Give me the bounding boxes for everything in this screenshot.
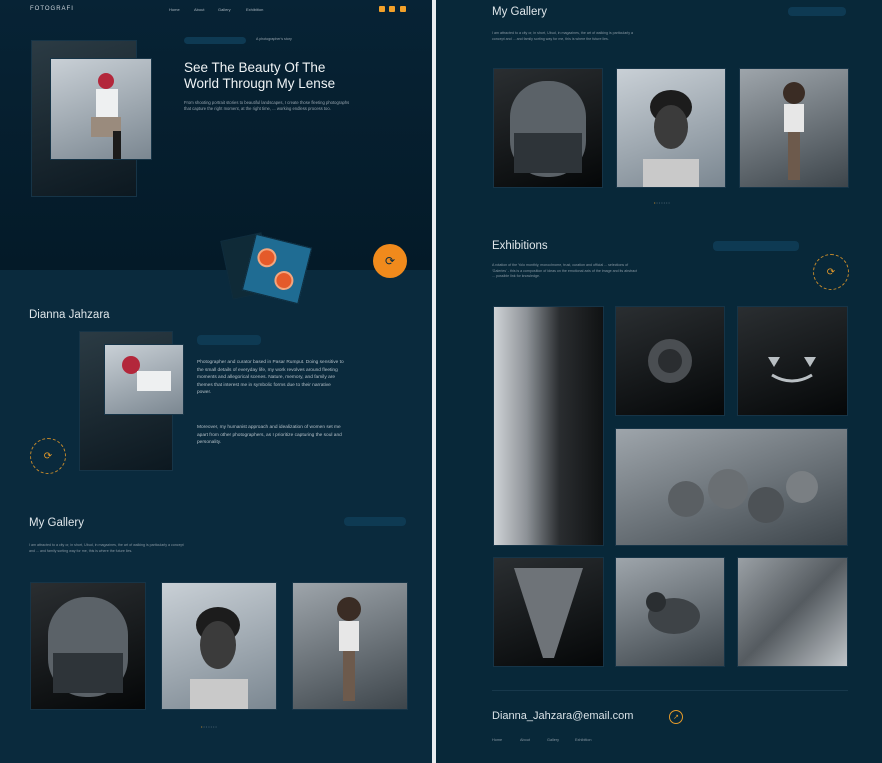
hero-tag: A photographer's story <box>256 37 292 41</box>
right-page-panel: My Gallery I am attracted to a city or, … <box>436 0 882 763</box>
contact-me-badge[interactable]: ⟳ <box>373 244 407 278</box>
gallery-pill <box>788 7 846 16</box>
about-paragraph-2: Moreover, my humanist approach and ideal… <box>197 425 342 445</box>
refresh-icon: ⟳ <box>43 450 53 462</box>
woman-lying-icon <box>122 356 171 391</box>
about-name: Dianna Jahzara <box>29 309 110 321</box>
top-navigation: FOTOGRAFI Home About Gallery Exhibition <box>0 0 432 20</box>
woman-figure-icon <box>91 73 121 159</box>
rose-shape-icon <box>648 339 692 383</box>
external-link-icon[interactable]: ↗ <box>669 710 683 724</box>
gallery-title: My Gallery <box>29 517 84 529</box>
gallery-pagination-dots[interactable]: ••••••• <box>654 200 671 205</box>
pumpkin-face-icon <box>768 357 816 383</box>
gallery-pill <box>344 517 406 526</box>
refresh-icon: ⟳ <box>384 254 396 268</box>
hero-portrait-photo <box>50 58 152 160</box>
footer-divider <box>492 690 848 691</box>
refresh-icon: ⟳ <box>826 266 836 278</box>
exhibition-photo-woman-curtain[interactable] <box>493 306 604 546</box>
exhibition-photo-rose[interactable] <box>615 306 725 416</box>
gallery-photo-dancer[interactable] <box>739 68 849 188</box>
hero-subtitle: From shooting portrait stories to beauti… <box>184 100 350 111</box>
social-icon[interactable] <box>400 6 406 12</box>
footer-link-exhibition[interactable]: Exhibition <box>575 738 591 742</box>
nav-gallery[interactable]: Gallery <box>218 7 231 12</box>
man-silhouette-icon <box>643 90 699 187</box>
gallery-photo-dancer[interactable] <box>292 582 408 710</box>
contact-me-ring[interactable]: ⟳ <box>813 254 849 290</box>
hero-title: See The Beauty Of The World Througn My L… <box>184 60 336 91</box>
footer-link-gallery[interactable]: Gallery <box>547 738 559 742</box>
footer-link-home[interactable]: Home <box>492 738 502 742</box>
gallery-text: I am attracted to a city or, in short, U… <box>492 31 634 41</box>
man-silhouette-icon <box>190 607 248 709</box>
gallery-photo-man-portrait[interactable] <box>616 68 726 188</box>
exhibition-photo-corridor[interactable] <box>493 557 604 667</box>
nav-about[interactable]: About <box>194 7 204 12</box>
corridor-shape-icon <box>514 568 583 658</box>
social-icon[interactable] <box>379 6 385 12</box>
exhibitions-title: Exhibitions <box>492 240 548 252</box>
gallery-photo-man-portrait[interactable] <box>161 582 277 710</box>
gallery-pagination-dots[interactable]: ••••••• <box>201 724 218 729</box>
exhibition-photo-wasp[interactable] <box>615 557 725 667</box>
exhibition-photo-graffiti[interactable] <box>737 557 848 667</box>
footer-link-about[interactable]: About <box>520 738 530 742</box>
about-portrait-photo <box>104 344 184 415</box>
gallery-photo-airplane-window[interactable] <box>30 582 146 710</box>
nav-exhibition[interactable]: Exhibition <box>246 7 263 12</box>
nav-home[interactable]: Home <box>169 7 180 12</box>
exhibitions-text: A rotation of the Yolo monthly, monochro… <box>492 263 637 278</box>
contact-me-ring[interactable]: ⟳ <box>30 438 66 474</box>
about-pill <box>197 335 261 345</box>
social-icon[interactable] <box>389 6 395 12</box>
gallery-text: I am attracted to a city or, in short, U… <box>29 543 184 553</box>
gallery-photo-airplane-window[interactable] <box>493 68 603 188</box>
footer-email[interactable]: Dianna_Jahzara@email.com <box>492 710 633 722</box>
exhibition-photo-oranges[interactable] <box>615 428 848 546</box>
dancer-silhouette-icon <box>337 597 361 701</box>
window-shape-icon <box>48 597 128 697</box>
left-page-panel: FOTOGRAFI Home About Gallery Exhibition … <box>0 0 432 763</box>
site-logo[interactable]: FOTOGRAFI <box>30 6 74 12</box>
gallery-title: My Gallery <box>492 6 547 18</box>
wasp-shape-icon <box>646 592 700 634</box>
dancer-silhouette-icon <box>783 82 805 180</box>
oranges-shape-icon <box>668 469 818 523</box>
window-shape-icon <box>510 81 586 177</box>
exhibition-photo-pumpkin[interactable] <box>737 306 848 416</box>
tag-pill <box>184 37 246 44</box>
exhibitions-pill <box>713 241 799 251</box>
about-paragraph-1: Photographer and curator based in Pasar … <box>197 360 344 395</box>
